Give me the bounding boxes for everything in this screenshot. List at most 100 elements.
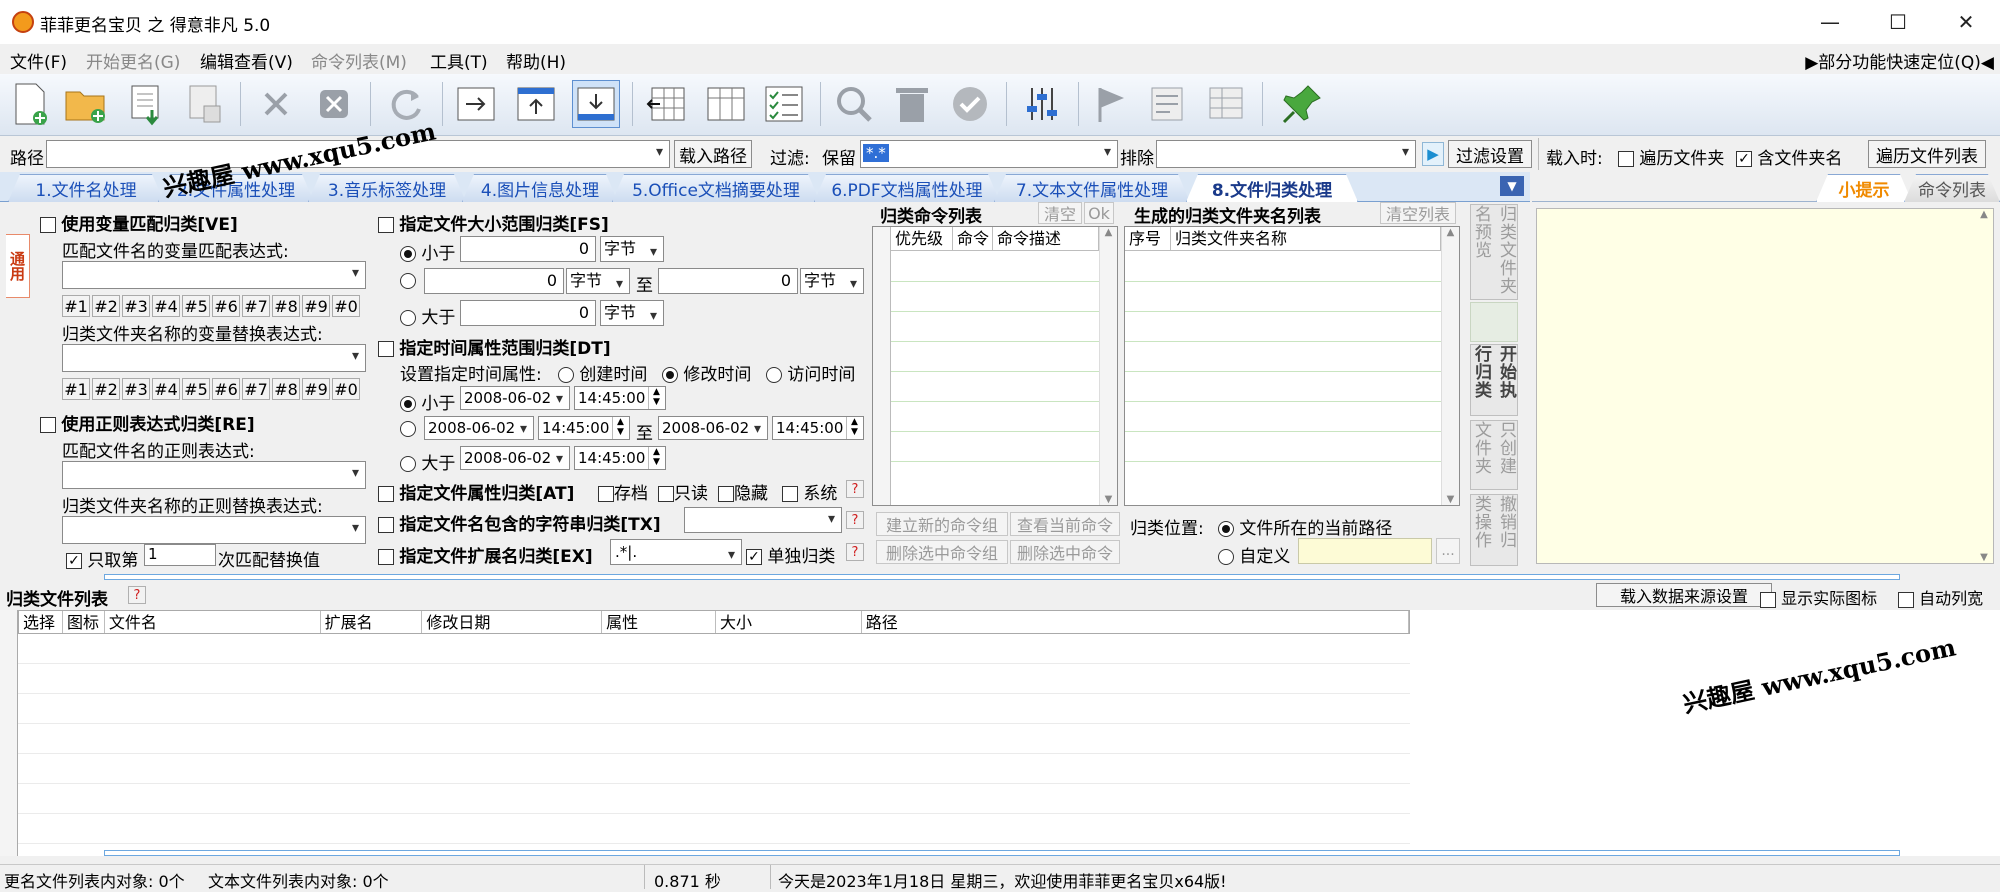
tab-filename[interactable]: 1.文件名处理 [8, 174, 164, 202]
time-accessed-radio[interactable]: 访问时间 [766, 360, 855, 385]
fs-range-from[interactable]: 0 [424, 268, 564, 294]
close-button[interactable]: ✕ [1932, 0, 2000, 44]
re-option[interactable]: 使用正则表达式归类[RE] [40, 410, 255, 435]
dt-option[interactable]: 指定时间属性范围归类[DT] [378, 334, 611, 359]
fs-range-from-unit[interactable]: 字节 ▾ [566, 268, 630, 294]
remove-icon[interactable] [252, 80, 300, 128]
dt-range-radio[interactable] [400, 419, 416, 439]
delete-command-group-button[interactable]: 删除选中命令组 [876, 540, 1008, 564]
at-option[interactable]: 指定文件属性归类[AT] [378, 479, 574, 504]
vertical-scrollbar[interactable]: ▲ ▼ [1099, 227, 1117, 505]
checkbox[interactable] [782, 486, 798, 502]
var-button[interactable]: #7 [242, 378, 270, 400]
clear-commands-button[interactable]: 清空 [1038, 202, 1082, 224]
tx-option[interactable]: 指定文件名包含的字符串归类[TX] [378, 510, 661, 535]
fs-range-radio[interactable] [400, 271, 416, 291]
preview-folders-button[interactable]: 归类文件夹名预览 [1470, 204, 1518, 300]
vertical-scrollbar[interactable]: ▲ ▼ [1441, 227, 1459, 505]
column-header[interactable]: 扩展名 [321, 611, 423, 633]
tab-command-list[interactable]: 命令列表 [1904, 174, 2000, 202]
side-tab-general[interactable]: 通用 [6, 234, 30, 298]
auto-width-checkbox[interactable]: 自动列宽 [1898, 585, 1983, 609]
checkbox[interactable] [1898, 591, 1914, 608]
ex-option[interactable]: 指定文件扩展名归类[EX] [378, 542, 593, 567]
radio[interactable] [400, 456, 416, 472]
column-header[interactable]: 命令 [953, 227, 993, 250]
column-header[interactable]: 选择 [19, 611, 63, 633]
dt-greater-than-radio[interactable]: 大于 [400, 449, 455, 474]
tab-tips[interactable]: 小提示 [1816, 174, 1912, 202]
checkbox[interactable] [746, 549, 762, 565]
fs-greater-than-radio[interactable]: 大于 [400, 303, 455, 328]
checkbox[interactable] [718, 486, 734, 502]
var-button[interactable]: #5 [182, 295, 210, 317]
spin-updown-icon[interactable]: ▲ ▼ [648, 387, 664, 409]
fs-less-value[interactable]: 0 [460, 236, 596, 262]
checkbox[interactable] [378, 341, 394, 357]
attr-hidden-checkbox[interactable]: 隐藏 [718, 479, 768, 504]
exclude-filter-combo[interactable]: ▾ [1156, 140, 1416, 168]
var-button[interactable]: #2 [92, 295, 120, 317]
spin-updown-icon[interactable]: ▲ ▼ [846, 417, 862, 439]
move-down-icon[interactable] [572, 80, 620, 128]
var-button[interactable]: #2 [92, 378, 120, 400]
only-take-input[interactable]: 1 [144, 544, 216, 566]
keep-filter-combo[interactable]: *.* ▾ [860, 140, 1118, 168]
custom-location-input[interactable] [1298, 538, 1432, 564]
move-up-icon[interactable] [512, 80, 560, 128]
view-current-command-button[interactable]: 查看当前命令 [1010, 512, 1120, 536]
fs-greater-unit[interactable]: 字节 ▾ [600, 300, 664, 326]
confirm-icon[interactable] [946, 80, 994, 128]
radio[interactable] [400, 310, 416, 326]
tab-pdf-properties[interactable]: 6.PDF文档属性处理 [814, 174, 1000, 202]
column-header[interactable]: 大小 [716, 611, 862, 633]
checkbox[interactable] [1760, 591, 1776, 608]
spin-updown-icon[interactable]: ▲ ▼ [612, 417, 628, 439]
dt-range-from-date[interactable]: 2008-06-02 ▾ [424, 416, 534, 440]
tab-file-classification[interactable]: 8.文件归类处理 [1186, 174, 1358, 202]
include-folder-name-checkbox[interactable]: 含文件夹名 [1736, 144, 1842, 169]
tab-office-summary[interactable]: 5.Office文档摘要处理 [612, 174, 820, 202]
var-button[interactable]: #0 [332, 295, 360, 317]
command-list-grid[interactable]: 优先级 命令 命令描述 ▲ ▼ [872, 226, 1118, 506]
dt-range-to-date[interactable]: 2008-06-02 ▾ [658, 416, 768, 440]
clear-icon[interactable] [310, 80, 358, 128]
menu-edit-view[interactable]: 编辑查看(V) [200, 48, 293, 73]
radio[interactable] [558, 367, 574, 383]
tab-image-info[interactable]: 4.图片信息处理 [462, 174, 618, 202]
re-replace-combo[interactable]: ▾ [62, 516, 366, 544]
help-icon[interactable]: ? [846, 511, 864, 529]
radio[interactable] [1218, 549, 1234, 565]
var-button[interactable]: #3 [122, 378, 150, 400]
splitter[interactable] [104, 850, 1900, 856]
checkbox[interactable] [1736, 151, 1752, 167]
column-header[interactable]: 优先级 [891, 227, 953, 250]
load-source-settings-button[interactable]: 载入数据来源设置 [1596, 583, 1772, 607]
column-header[interactable]: 文件名 [105, 611, 321, 633]
fs-less-unit[interactable]: 字节 ▾ [600, 236, 664, 262]
help-icon[interactable]: ? [846, 543, 864, 561]
menu-help[interactable]: 帮助(H) [506, 48, 566, 73]
browse-button[interactable]: ... [1436, 538, 1460, 564]
minimize-button[interactable]: — [1796, 0, 1864, 44]
move-right-icon[interactable] [452, 80, 500, 128]
dt-greater-date[interactable]: 2008-06-02 ▾ [460, 446, 570, 470]
checklist-icon[interactable] [760, 80, 808, 128]
new-command-group-button[interactable]: 建立新的命令组 [876, 512, 1008, 536]
var-button[interactable]: #6 [212, 378, 240, 400]
import-list-icon[interactable] [122, 80, 170, 128]
undo-classify-button[interactable]: 撤销归类操作 [1470, 494, 1518, 566]
splitter[interactable] [104, 574, 1900, 580]
fs-option[interactable]: 指定文件大小范围归类[FS] [378, 210, 609, 235]
var-button[interactable]: #9 [302, 295, 330, 317]
ve-match-combo[interactable]: ▾ [62, 261, 366, 289]
checkbox[interactable] [658, 486, 674, 502]
radio[interactable] [662, 367, 678, 383]
var-button[interactable]: #4 [152, 378, 180, 400]
checkbox[interactable] [66, 553, 82, 569]
var-button[interactable]: #7 [242, 295, 270, 317]
ve-replace-combo[interactable]: ▾ [62, 344, 366, 372]
column-header[interactable]: 修改日期 [422, 611, 603, 633]
dt-less-date[interactable]: 2008-06-02 ▾ [460, 386, 570, 410]
ok-button[interactable]: Ok [1084, 202, 1114, 224]
